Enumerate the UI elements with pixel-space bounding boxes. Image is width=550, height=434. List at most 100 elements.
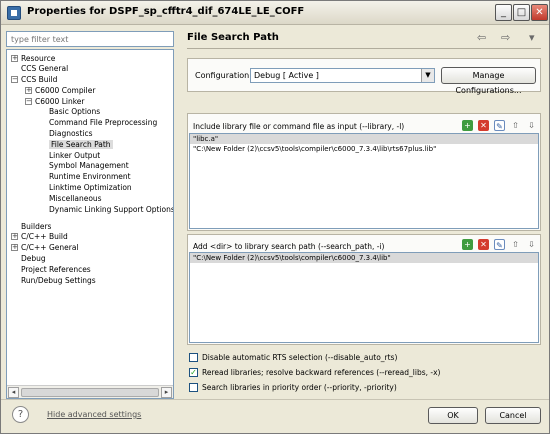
collapse-icon[interactable]: − bbox=[25, 98, 32, 105]
tree-item[interactable]: Run/Debug Settings bbox=[21, 275, 96, 286]
checked-checkbox-icon[interactable]: ✓ bbox=[189, 368, 198, 377]
option-label: Disable automatic RTS selection (--disab… bbox=[202, 353, 398, 362]
delete-icon[interactable]: ✕ bbox=[478, 239, 489, 250]
maximize-button[interactable]: □ bbox=[513, 4, 530, 21]
tree-item[interactable]: + Resource bbox=[11, 53, 56, 64]
tree-item-label: File Search Path bbox=[49, 140, 113, 149]
tree-item-label: Run/Debug Settings bbox=[21, 276, 96, 285]
expand-icon[interactable]: + bbox=[11, 233, 18, 240]
dropdown-arrow-icon[interactable]: ▼ bbox=[421, 69, 434, 82]
tree-item-label: C/C++ General bbox=[21, 243, 79, 252]
scroll-left-arrow-icon[interactable]: ◂ bbox=[8, 387, 19, 398]
hide-advanced-settings-link[interactable]: Hide advanced settings bbox=[47, 410, 141, 419]
edit-icon[interactable]: ✎ bbox=[494, 120, 505, 131]
app-icon bbox=[7, 6, 21, 20]
expand-icon[interactable]: + bbox=[11, 244, 18, 251]
help-icon[interactable]: ? bbox=[12, 406, 29, 423]
tree-item[interactable]: Command File Preprocessing bbox=[49, 117, 157, 128]
collapse-icon[interactable]: − bbox=[11, 76, 18, 83]
tree-item[interactable]: Miscellaneous bbox=[49, 193, 102, 204]
move-down-icon[interactable]: ⇩ bbox=[526, 120, 537, 131]
tree-item[interactable]: − CCS Build bbox=[11, 74, 58, 85]
tree-item-label: C6000 Compiler bbox=[35, 86, 96, 95]
tree-item[interactable]: Basic Options bbox=[49, 106, 100, 117]
tree-item-label: Debug bbox=[21, 254, 46, 263]
search-path-toolbar: + ✕ ✎ ⇧ ⇩ bbox=[462, 239, 542, 250]
back-arrow-icon[interactable]: ⇦ bbox=[477, 31, 486, 44]
minimize-button[interactable]: _ bbox=[495, 4, 512, 21]
tree-item-label: Basic Options bbox=[49, 107, 101, 116]
scroll-right-arrow-icon[interactable]: ▸ bbox=[161, 387, 172, 398]
tree-item[interactable]: Runtime Environment bbox=[49, 171, 131, 182]
tree-item-label: Diagnostics bbox=[49, 129, 93, 138]
delete-icon[interactable]: ✕ bbox=[478, 120, 489, 131]
tree-item-label: Project References bbox=[21, 265, 91, 274]
list-item[interactable]: "C:\New Folder (2)\ccsv5\tools\compiler\… bbox=[190, 253, 538, 263]
tree-item-label: C/C++ Build bbox=[21, 232, 68, 241]
window-title: Properties for DSPF_sp_cfftr4_dif_674LE_… bbox=[27, 6, 305, 17]
tree-item[interactable]: Dynamic Linking Support Options bbox=[49, 204, 174, 215]
filter-input[interactable] bbox=[6, 31, 174, 47]
tree-item[interactable]: + C/C++ Build bbox=[11, 231, 68, 242]
tree-item-label: Symbol Management bbox=[49, 161, 129, 170]
properties-dialog: Properties for DSPF_sp_cfftr4_dif_674LE_… bbox=[0, 0, 550, 434]
tree-item-label: Dynamic Linking Support Options bbox=[49, 205, 174, 214]
view-menu-icon[interactable]: ▾ bbox=[529, 31, 535, 44]
title-separator bbox=[187, 48, 541, 49]
include-toolbar: + ✕ ✎ ⇧ ⇩ bbox=[462, 120, 542, 131]
move-up-icon[interactable]: ⇧ bbox=[510, 239, 521, 250]
configuration-value: Debug [ Active ] bbox=[254, 71, 319, 80]
search-path-list[interactable]: "C:\New Folder (2)\ccsv5\tools\compiler\… bbox=[189, 252, 539, 343]
tree-item[interactable]: + C6000 Compiler bbox=[25, 85, 96, 96]
page-title: File Search Path bbox=[187, 32, 279, 43]
move-down-icon[interactable]: ⇩ bbox=[526, 239, 537, 250]
property-tree[interactable]: Run/Debug Settings Project References Debu… bbox=[6, 49, 174, 399]
tree-item-label: Miscellaneous bbox=[49, 194, 102, 203]
tree-item-label: Linker Output bbox=[49, 151, 101, 160]
option-label: Reread libraries; resolve backward refer… bbox=[202, 368, 441, 377]
tree-item[interactable]: Project References bbox=[21, 264, 91, 275]
close-button[interactable]: ✕ bbox=[531, 4, 548, 21]
edit-icon[interactable]: ✎ bbox=[494, 239, 505, 250]
add-icon[interactable]: + bbox=[462, 239, 473, 250]
add-icon[interactable]: + bbox=[462, 120, 473, 131]
list-item[interactable]: "C:\New Folder (2)\ccsv5\tools\compiler\… bbox=[190, 144, 538, 154]
tree-item[interactable]: Linktime Optimization bbox=[49, 182, 132, 193]
unchecked-checkbox-icon[interactable] bbox=[189, 353, 198, 362]
tree-item[interactable]: + C/C++ General bbox=[11, 242, 79, 253]
manage-configurations-button[interactable]: Manage Configurations... bbox=[441, 67, 536, 95]
tree-item[interactable]: Debug bbox=[21, 253, 46, 264]
tree-item[interactable]: Builders bbox=[21, 221, 51, 232]
tree-horizontal-scrollbar[interactable]: ◂ ▸ bbox=[7, 385, 173, 398]
unchecked-checkbox-icon[interactable] bbox=[189, 383, 198, 392]
tree-item-label: CCS General bbox=[21, 64, 69, 73]
list-item[interactable]: "libc.a" bbox=[190, 134, 538, 144]
tree-item[interactable]: Linker Output bbox=[49, 150, 100, 161]
tree-item-label: Linktime Optimization bbox=[49, 183, 132, 192]
cancel-button[interactable]: Cancel bbox=[485, 407, 541, 424]
configuration-label: Configuration: bbox=[195, 71, 252, 80]
tree-item-label: Resource bbox=[21, 54, 56, 63]
tree-item-label: C6000 Linker bbox=[35, 97, 85, 106]
scroll-thumb[interactable] bbox=[21, 388, 159, 397]
tree-item-label: Runtime Environment bbox=[49, 172, 131, 181]
include-library-list[interactable]: "libc.a" "C:\New Folder (2)\ccsv5\tools\c… bbox=[189, 133, 539, 229]
option-label: Search libraries in priority order (--pr… bbox=[202, 383, 397, 392]
footer-separator bbox=[1, 399, 549, 400]
expand-icon[interactable]: + bbox=[25, 87, 32, 94]
tree-item[interactable]: Diagnostics bbox=[49, 128, 93, 139]
search-path-label: Add <dir> to library search path (--sear… bbox=[193, 242, 385, 251]
tree-item-label: CCS Build bbox=[21, 75, 58, 84]
expand-icon[interactable]: + bbox=[11, 55, 18, 62]
ok-button[interactable]: OK bbox=[428, 407, 478, 424]
configuration-select[interactable]: Debug [ Active ] ▼ bbox=[250, 68, 435, 83]
forward-arrow-icon[interactable]: ⇨ bbox=[501, 31, 510, 44]
include-library-label: Include library file or command file as … bbox=[193, 122, 405, 131]
tree-item[interactable]: CCS General bbox=[21, 63, 68, 74]
tree-item-label: Builders bbox=[21, 222, 52, 231]
tree-item[interactable]: File Search Path bbox=[49, 139, 113, 150]
tree-item-label: Command File Preprocessing bbox=[49, 118, 158, 127]
move-up-icon[interactable]: ⇧ bbox=[510, 120, 521, 131]
tree-item[interactable]: − C6000 Linker bbox=[25, 96, 85, 107]
tree-item[interactable]: Symbol Management bbox=[49, 160, 129, 171]
